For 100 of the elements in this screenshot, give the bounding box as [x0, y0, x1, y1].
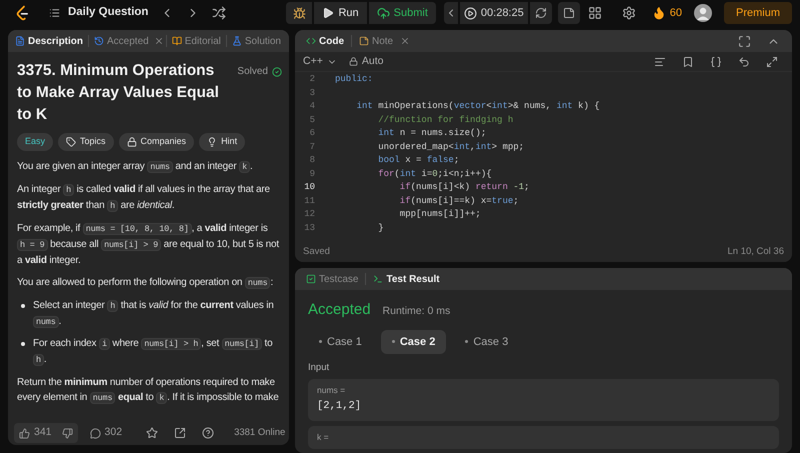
lock-icon: [348, 57, 358, 66]
comments-button[interactable]: 302: [86, 425, 126, 441]
description-text: Return the minimum number of operations required to make every element in nums equal to k . If it is impossible to make: [17, 376, 280, 406]
note-button[interactable]: [558, 2, 580, 24]
close-icon[interactable]: [400, 36, 410, 46]
braces-icon: [710, 56, 722, 68]
settings-icon: [622, 6, 636, 20]
input-name: nums =: [317, 385, 346, 396]
grid-icon: [588, 6, 602, 20]
description-text: You are given an integer array nums and an integer k .: [17, 160, 254, 174]
avatar[interactable]: [694, 4, 712, 22]
line-number: 11: [303, 194, 316, 208]
language-select[interactable]: C++: [303, 54, 337, 70]
code-line: unordered_map<int,int> mpp;: [377, 140, 524, 154]
code-line: mpp[nums[i]]++;: [398, 208, 481, 221]
case-tab[interactable]: Case 3: [454, 330, 520, 354]
case-tab[interactable]: Case 2: [380, 330, 446, 354]
input-value: [2,1,2]: [317, 399, 362, 414]
code-line: public:: [334, 73, 373, 86]
undo-icon: [738, 56, 750, 68]
tag-button[interactable]: Topics: [58, 133, 114, 150]
line-number: 7: [308, 140, 316, 154]
bullet-icon: [21, 304, 25, 308]
tag-icon: [66, 136, 76, 147]
comment-icon: [90, 428, 101, 438]
play-icon: [464, 6, 477, 20]
tag-button[interactable]: Companies: [118, 133, 194, 150]
code-icon: [306, 36, 316, 46]
panel-tab[interactable]: Description: [12, 34, 86, 48]
collapse-timer-button[interactable]: [444, 2, 458, 24]
history-icon: [94, 36, 104, 46]
line-number: 5: [308, 114, 316, 126]
help-icon: [202, 427, 214, 439]
share-icon: [174, 427, 186, 439]
line-number: 6: [308, 127, 316, 140]
online-count: 3381 Online: [234, 426, 286, 440]
bullet-icon: [21, 342, 25, 346]
star-icon: [146, 427, 158, 439]
code-line: int n = nums.size();: [377, 127, 486, 140]
fullscreen-icon: [738, 34, 751, 48]
close-icon[interactable]: [154, 36, 164, 46]
document-icon: [15, 36, 25, 46]
code-line: bool x = false;: [377, 154, 460, 167]
panel-tab[interactable]: Solution: [228, 34, 284, 48]
panel-tab[interactable]: Editorial: [168, 34, 224, 48]
solved-status: Solved: [237, 64, 282, 79]
note-icon: [562, 7, 575, 19]
auto-mode-button[interactable]: Auto: [348, 54, 384, 70]
line-number: 9: [308, 168, 316, 180]
logo[interactable]: [16, 4, 29, 22]
terminal-icon: [373, 274, 384, 284]
thumbs-up-icon: [19, 428, 30, 438]
panel-tab[interactable]: Note: [356, 34, 396, 48]
bullet-text: Select an integer h that is valid for the current values in nums .: [33, 298, 275, 330]
difficulty-tag: Easy: [17, 133, 54, 150]
line-number: 12: [303, 208, 316, 221]
flask-icon: [232, 36, 242, 46]
code-line: }: [377, 222, 384, 234]
flame-icon: [652, 6, 666, 20]
streak-counter[interactable]: 60: [652, 4, 682, 22]
save-status: Saved: [303, 244, 330, 259]
page-title[interactable]: Daily Question: [68, 4, 148, 22]
problem-title: 3375. Minimum Operations to Make Array Values Equal to K: [17, 61, 220, 125]
verdict: Accepted: [308, 300, 371, 320]
bullet-text: For each index i where nums[i] > h , set nums[i] to h .: [33, 336, 274, 368]
case-tab[interactable]: Case 1: [308, 330, 373, 354]
panel-tab[interactable]: Test Result: [370, 272, 443, 286]
code-line: if(nums[i]<k) return -1;: [398, 181, 530, 194]
line-number: 3: [308, 86, 316, 100]
code-line: int minOperations(vector<int>& nums, int k) {: [356, 100, 600, 113]
lock-icon: [126, 136, 137, 147]
line-number: 10: [303, 181, 316, 194]
input-label: Input: [308, 361, 330, 375]
tag-button[interactable]: Hint: [199, 133, 246, 150]
input-name: k =: [317, 432, 330, 443]
code-line: if(nums[i]==k) x=true;: [398, 194, 519, 208]
bookmark-icon: [682, 56, 694, 68]
refresh-icon: [534, 7, 547, 19]
shuffle-icon: [212, 6, 226, 20]
description-text: For example, if nums = [10, 8, 10, 8] , a valid integer is h = 9 because all nums[i] > 9 are equal to 10, but 5 is not a valid integer.: [17, 222, 280, 268]
expand-icon: [766, 56, 778, 68]
run-button[interactable]: Run: [314, 2, 367, 24]
line-number: 13: [303, 222, 316, 234]
note-icon: [359, 36, 369, 46]
description-text: An integer h is called valid if all values in the array that are strictly greater than h are identical.: [17, 182, 271, 214]
panel-tab[interactable]: Code: [303, 34, 347, 48]
panel-tab[interactable]: Accepted: [91, 34, 152, 48]
debug-button[interactable]: [286, 2, 312, 24]
submit-button[interactable]: Submit: [368, 2, 436, 24]
line-number: 4: [308, 100, 316, 113]
thumbs-down-icon: [62, 428, 73, 438]
premium-button[interactable]: Premium: [724, 2, 792, 24]
check-circle-icon: [272, 66, 282, 76]
timer[interactable]: 00:28:25: [460, 2, 528, 24]
panel-tab[interactable]: Testcase: [303, 272, 362, 286]
code-line: //function for findging h: [377, 114, 514, 126]
lightbulb-icon: [207, 136, 218, 147]
line-number: 2: [308, 73, 316, 86]
format-icon: [654, 56, 666, 68]
reset-timer-button[interactable]: [530, 2, 552, 24]
